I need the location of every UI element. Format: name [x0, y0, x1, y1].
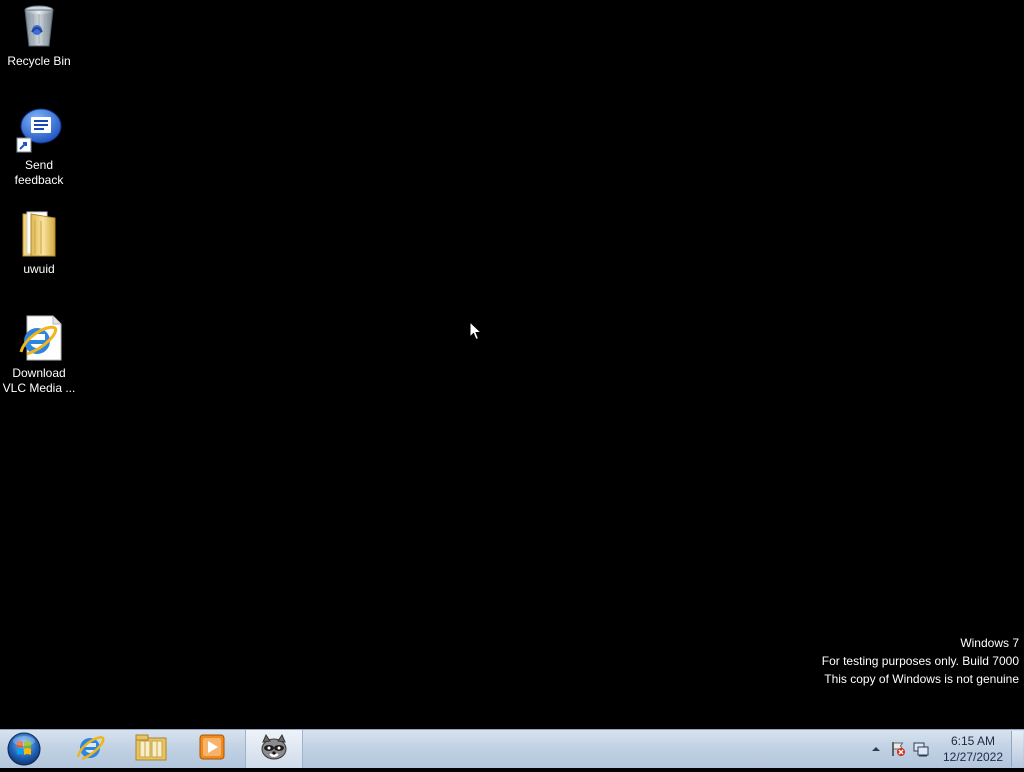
show-desktop-button[interactable]	[1011, 731, 1023, 767]
desktop-icon-uwuid-folder[interactable]: uwuid	[2, 210, 76, 277]
start-button[interactable]	[5, 731, 43, 767]
watermark-title: Windows 7	[960, 636, 1019, 650]
internet-explorer-icon	[15, 314, 63, 362]
folder-icon	[15, 210, 63, 258]
desktop-icon-download-vlc[interactable]: Download VLC Media ...	[2, 314, 76, 396]
taskbar-raccoon-app[interactable]	[245, 730, 303, 768]
desktop-icon-label: Download VLC Media ...	[2, 366, 76, 395]
recycle-bin-icon	[15, 2, 63, 50]
taskbar-clock[interactable]: 6:15 AM 12/27/2022	[940, 733, 1006, 765]
desktop-icon-recycle-bin[interactable]: Recycle Bin	[2, 2, 76, 69]
desktop-icon-label: Send feedback	[14, 158, 64, 187]
windows-explorer-icon	[134, 732, 168, 767]
media-player-icon	[197, 732, 227, 767]
show-hidden-icons-arrow-icon[interactable]	[868, 741, 884, 757]
feedback-icon	[15, 106, 63, 154]
desktop[interactable]: Recycle Bin Send feedback uwuid Download…	[0, 0, 1024, 729]
clock-date: 12/27/2022	[942, 750, 1004, 764]
taskbar-internet-explorer[interactable]	[61, 730, 119, 768]
desktop-icon-label: uwuid	[23, 262, 55, 276]
taskbar: 6:15 AM 12/27/2022	[0, 729, 1024, 768]
mouse-cursor-icon	[469, 320, 483, 341]
desktop-icon-label: Recycle Bin	[7, 54, 71, 68]
action-center-flag-icon[interactable]	[890, 741, 906, 757]
raccoon-app-icon	[258, 732, 290, 767]
watermark-build: For testing purposes only. Build 7000	[821, 654, 1019, 668]
windows-watermark: Windows 7 For testing purposes only. Bui…	[822, 634, 1019, 688]
network-icon[interactable]	[913, 741, 929, 757]
watermark-genuine: This copy of Windows is not genuine	[824, 672, 1019, 686]
desktop-icon-send-feedback[interactable]: Send feedback	[2, 106, 76, 188]
taskbar-media-player[interactable]	[183, 730, 241, 768]
internet-explorer-icon	[75, 732, 105, 767]
taskbar-windows-explorer[interactable]	[122, 730, 180, 768]
clock-time: 6:15 AM	[950, 734, 996, 748]
